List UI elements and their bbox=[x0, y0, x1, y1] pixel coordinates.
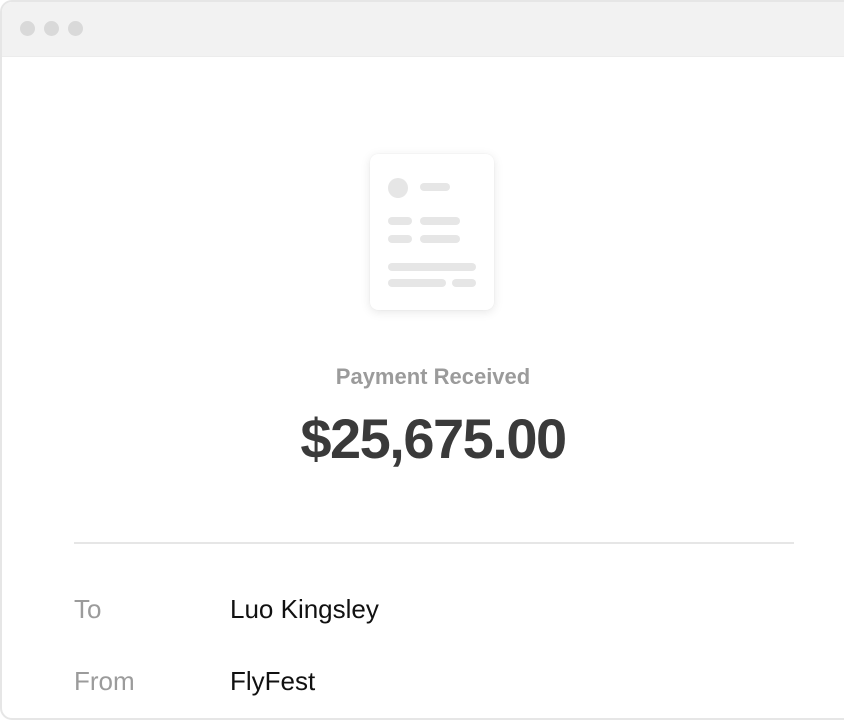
receipt-line-placeholder bbox=[420, 217, 460, 225]
app-window: Payment Received $25,675.00 To Luo Kings… bbox=[0, 0, 844, 720]
window-maximize-dot[interactable] bbox=[68, 21, 83, 36]
window-minimize-dot[interactable] bbox=[44, 21, 59, 36]
receipt-line-placeholder bbox=[388, 217, 412, 225]
receipt-line-placeholder bbox=[452, 279, 476, 287]
receipt-line-placeholder bbox=[388, 263, 476, 271]
receipt-avatar-placeholder bbox=[388, 178, 408, 198]
window-close-dot[interactable] bbox=[20, 21, 35, 36]
payment-status-label: Payment Received bbox=[335, 364, 531, 389]
receipt-line-placeholder bbox=[388, 279, 446, 287]
from-value: FlyFest bbox=[230, 666, 316, 696]
receipt-line-placeholder bbox=[420, 235, 460, 243]
section-divider bbox=[74, 542, 794, 544]
to-value: Luo Kingsley bbox=[230, 594, 379, 624]
payment-amount: $25,675.00 bbox=[300, 407, 567, 470]
window-titlebar bbox=[2, 2, 844, 57]
receipt-line-placeholder bbox=[420, 183, 450, 191]
from-label: From bbox=[74, 666, 135, 696]
to-label: To bbox=[74, 594, 102, 624]
receipt-line-placeholder bbox=[388, 235, 412, 243]
receipt-document-icon bbox=[370, 154, 494, 310]
